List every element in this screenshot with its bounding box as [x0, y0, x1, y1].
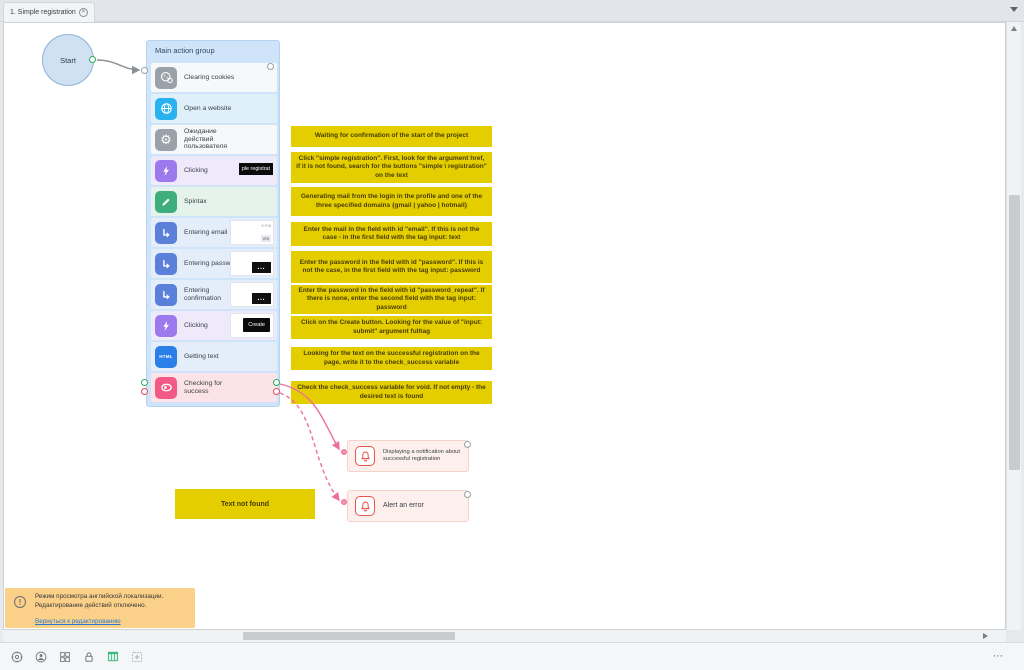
start-node[interactable]: Start — [42, 34, 94, 86]
grid-icon[interactable] — [58, 650, 72, 664]
node-in-connector[interactable] — [341, 449, 347, 455]
check-false-in-connector[interactable] — [141, 388, 148, 395]
localization-notification: ! Режим просмотра английской локализации… — [5, 588, 195, 628]
add-icon[interactable] — [130, 650, 144, 664]
status-bar: ⋯ — [0, 642, 1024, 670]
horizontal-scroll-thumb[interactable] — [243, 632, 455, 640]
settings-icon[interactable] — [10, 650, 24, 664]
annotation-note[interactable]: Enter the password in the field with id … — [291, 285, 492, 314]
action-getting-text[interactable]: HTML Getting text — [151, 342, 277, 371]
check-false-out-connector[interactable] — [273, 388, 280, 395]
tab-list-caret-icon[interactable] — [1010, 7, 1018, 12]
group-out-connector[interactable] — [267, 63, 274, 70]
field-thumbnail: ••• — [230, 282, 274, 307]
lightning-icon — [155, 315, 177, 337]
thumb-text: e-ma — [261, 223, 271, 228]
action-clicking-registration[interactable]: Clicking ple registrat — [151, 156, 277, 185]
action-clicking-create[interactable]: Clicking Create — [151, 311, 277, 340]
action-label: Clicking — [184, 167, 208, 175]
annotation-note[interactable]: Click "simple registration". First, look… — [291, 152, 492, 183]
button-thumbnail: Create — [230, 313, 274, 338]
warning-icon: ! — [14, 596, 26, 608]
action-wait-user[interactable]: ⚙ Ожидание действий пользователя — [151, 125, 277, 154]
action-entering-password[interactable]: Entering password ••• — [151, 249, 277, 278]
create-button-badge: Create — [243, 318, 270, 332]
check-true-out-connector[interactable] — [273, 379, 280, 386]
action-checking-success[interactable]: Checking for success — [151, 373, 277, 402]
globe-icon — [155, 98, 177, 120]
action-label: Checking for success — [184, 380, 246, 396]
action-label: Getting text — [184, 353, 219, 361]
tab-close-icon[interactable]: ✕ — [79, 8, 88, 17]
lock-icon[interactable] — [82, 650, 96, 664]
tab-bar: 1. Simple registration ✕ — [0, 0, 1024, 22]
annotation-note[interactable]: Enter the password in the field with id … — [291, 251, 492, 283]
click-target-badge: ple registrat — [239, 163, 273, 175]
more-menu-icon[interactable]: ⋯ — [993, 651, 1004, 662]
annotation-note[interactable]: Waiting for confirmation of the start of… — [291, 126, 492, 147]
scroll-up-icon[interactable] — [1011, 26, 1017, 31]
check-true-in-connector[interactable] — [141, 379, 148, 386]
action-label: Clicking — [184, 322, 208, 330]
node-label: Alert an error — [383, 502, 424, 511]
bell-icon — [355, 496, 375, 516]
node-success-notification[interactable]: Displaying a notification about successf… — [347, 440, 469, 472]
enter-arrow-icon — [155, 284, 177, 306]
node-in-connector[interactable] — [341, 499, 347, 505]
gear-icon: ⚙ — [155, 129, 177, 151]
annotation-note[interactable]: Generating mail from the login in the pr… — [291, 187, 492, 216]
enter-arrow-icon — [155, 222, 177, 244]
enter-arrow-icon — [155, 253, 177, 275]
node-out-connector[interactable] — [464, 441, 471, 448]
main-action-group[interactable]: Main action group Clearing cookies Open … — [146, 40, 280, 407]
pencil-icon — [155, 191, 177, 213]
action-spintax[interactable]: Spintax — [151, 187, 277, 216]
return-to-editing-link[interactable]: Вернуться к редактированию — [35, 618, 121, 625]
tab-simple-registration[interactable]: 1. Simple registration ✕ — [3, 2, 95, 22]
node-alert-error[interactable]: Alert an error — [347, 490, 469, 522]
node-label: Displaying a notification about successf… — [383, 449, 463, 463]
scroll-right-icon[interactable] — [983, 633, 988, 639]
app-window: 1. Simple registration ✕ Start Main acti… — [0, 0, 1024, 670]
start-out-connector[interactable] — [89, 56, 96, 63]
group-in-connector[interactable] — [141, 67, 148, 74]
action-entering-email[interactable]: Entering email e-ma em — [151, 218, 277, 247]
annotation-note[interactable]: Enter the mail in the field with id "ema… — [291, 222, 492, 246]
tab-label: 1. Simple registration — [10, 9, 76, 16]
lightning-icon — [155, 160, 177, 182]
table-icon[interactable] — [106, 650, 120, 664]
notification-line: Редактирование действий отключено. — [35, 602, 189, 611]
action-label: Spintax — [184, 198, 207, 206]
vertical-scrollbar[interactable] — [1006, 22, 1021, 630]
field-thumbnail: ••• — [230, 251, 274, 276]
eye-icon — [155, 377, 177, 399]
action-label: Clearing cookies — [184, 74, 234, 82]
horizontal-scrollbar[interactable] — [3, 630, 1006, 642]
annotation-note[interactable]: Looking for the text on the successful r… — [291, 347, 492, 370]
thumb-text: em — [261, 235, 271, 242]
annotation-note[interactable]: Check the check_success variable for voi… — [291, 381, 492, 404]
field-thumbnail: e-ma em — [230, 220, 274, 245]
notification-line: Режим просмотра английской локализации. — [35, 593, 189, 602]
bell-icon — [355, 446, 375, 466]
node-out-connector[interactable] — [464, 491, 471, 498]
action-clearing-cookies[interactable]: Clearing cookies — [151, 63, 277, 92]
html-icon: HTML — [155, 346, 177, 368]
password-dots: ••• — [252, 293, 271, 304]
action-label: Entering email — [184, 229, 227, 237]
action-entering-confirmation[interactable]: Entering confirmation ••• — [151, 280, 277, 309]
action-label: Ожидание действий пользователя — [184, 128, 246, 151]
vertical-scroll-thumb[interactable] — [1009, 195, 1020, 470]
user-icon[interactable] — [34, 650, 48, 664]
action-label: Open a website — [184, 105, 231, 113]
password-dots: ••• — [252, 262, 271, 273]
text-not-found-note[interactable]: Text not found — [175, 489, 315, 519]
group-title: Main action group — [155, 46, 215, 55]
annotation-note[interactable]: Click on the Create button. Looking for … — [291, 316, 492, 339]
action-open-website[interactable]: Open a website — [151, 94, 277, 123]
start-label: Start — [60, 56, 76, 65]
cookie-icon — [155, 67, 177, 89]
